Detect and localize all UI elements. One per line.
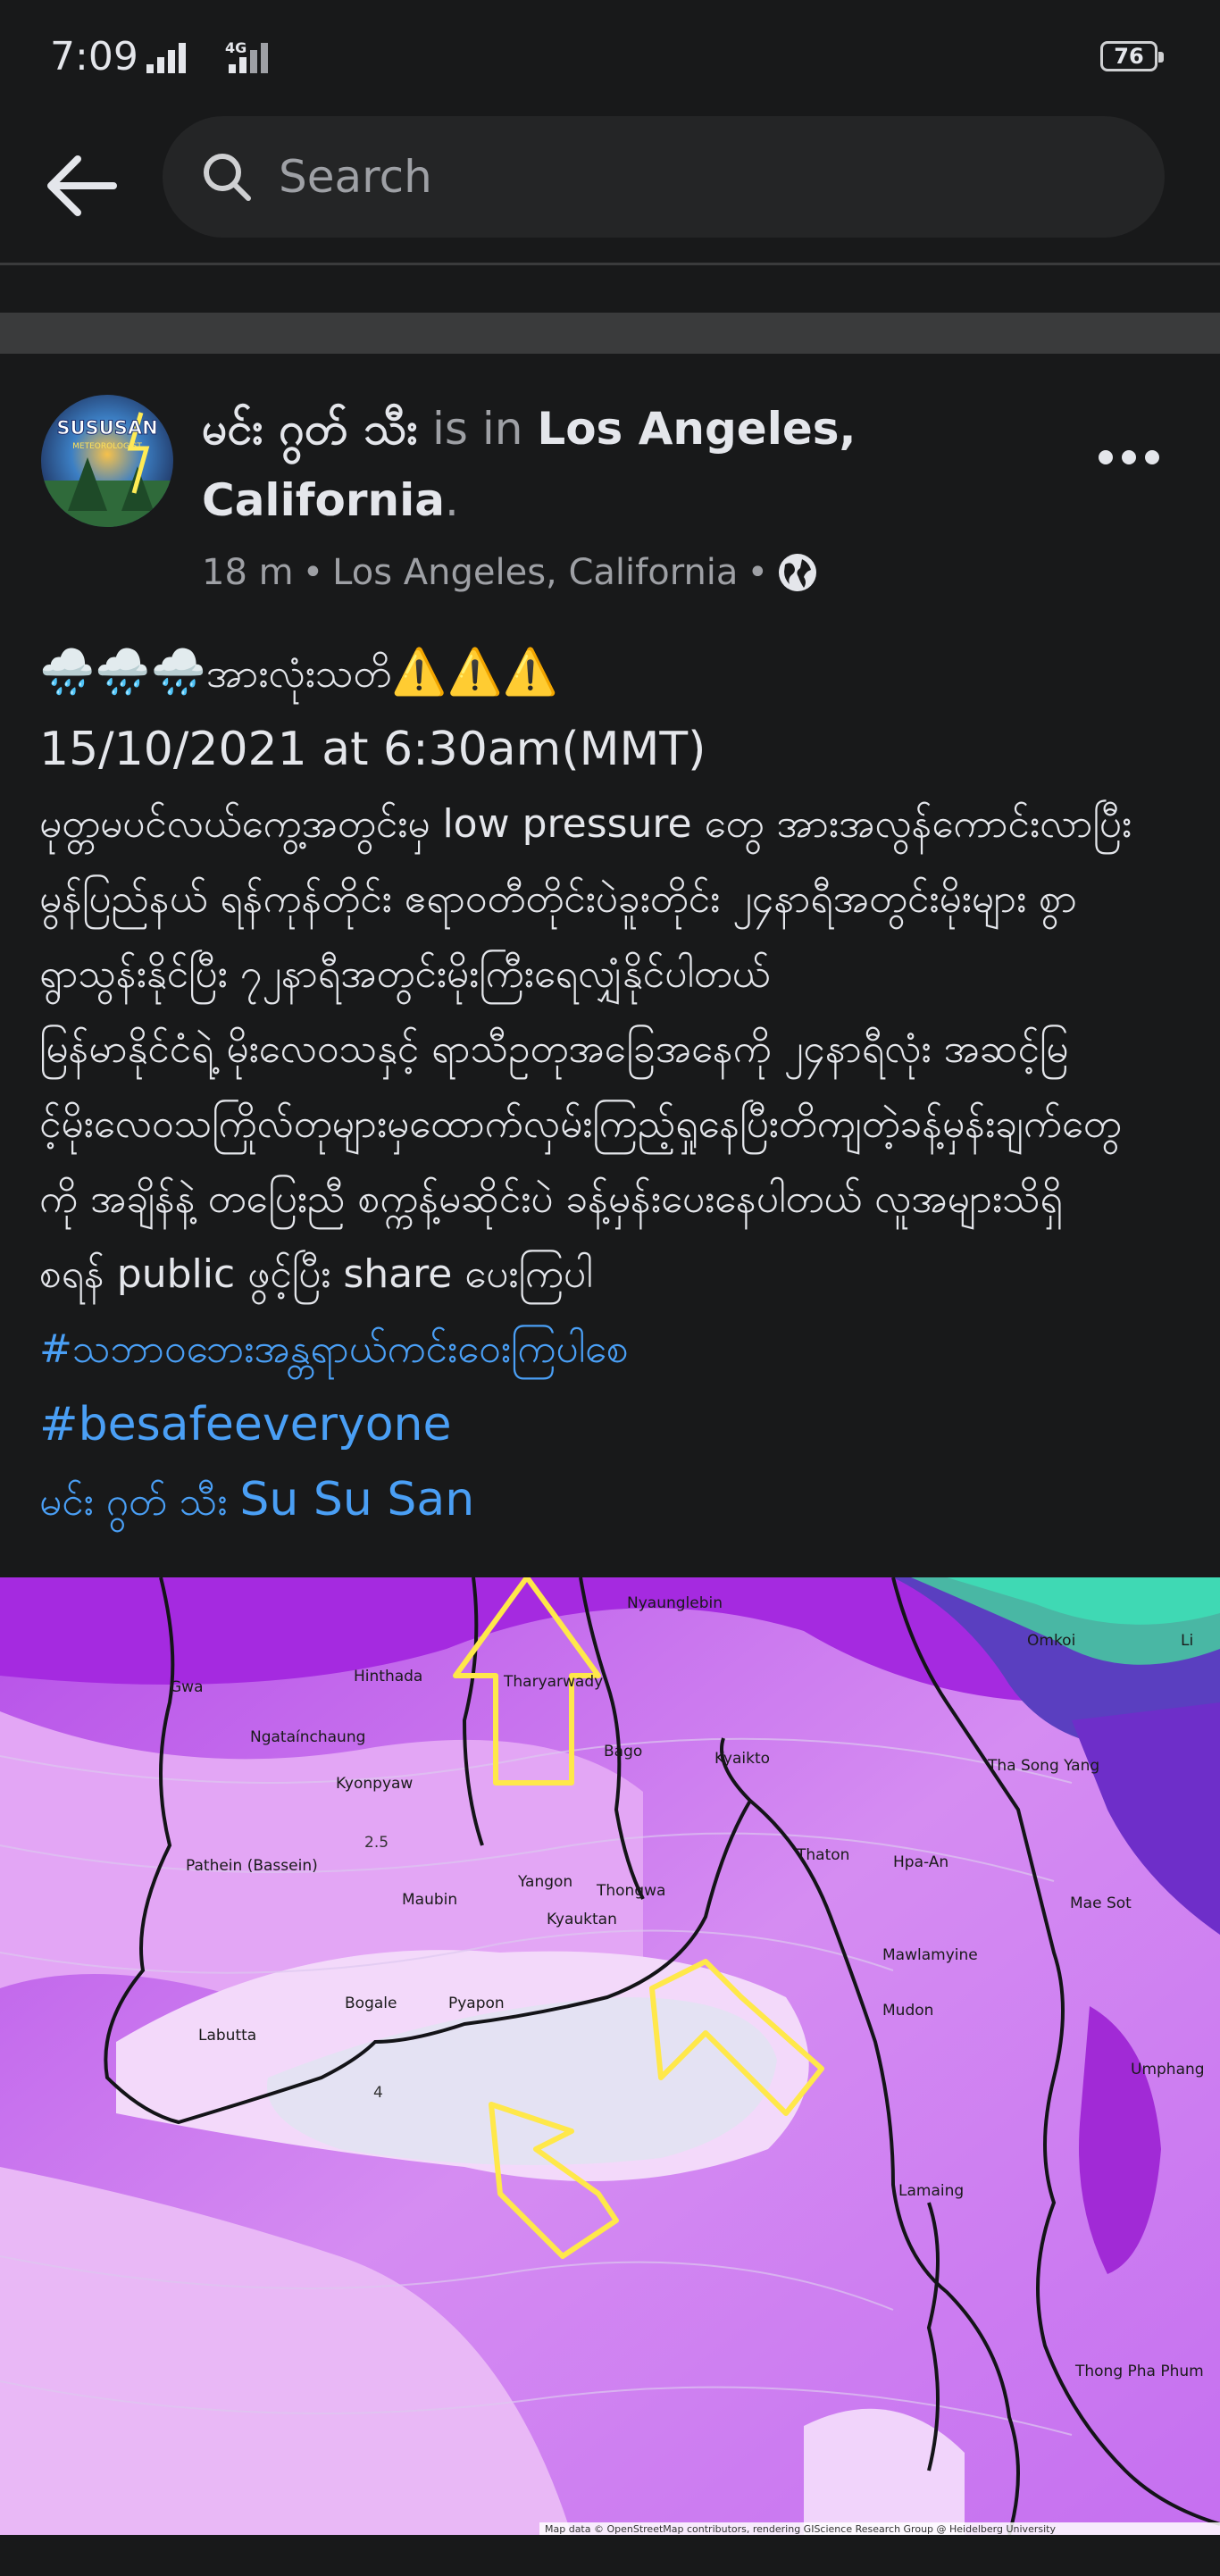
place-label: Li <box>1181 1632 1193 1650</box>
place-label: Thongwa <box>596 1882 665 1900</box>
search-icon <box>204 154 251 201</box>
place-label: Nyaunglebin <box>627 1594 723 1612</box>
post-time[interactable]: 18 m <box>202 552 294 593</box>
checkin-location[interactable]: Los Angeles, <box>537 403 856 455</box>
bottom-spacer <box>0 2535 1220 2576</box>
hashtag-link[interactable]: #besafeeveryone <box>39 1387 1191 1462</box>
body-line: စရန် public ဖွင့်ပြီး share ပေးကြပါ <box>39 1251 593 1297</box>
place-label: Pathein (Bassein) <box>186 1857 318 1875</box>
place-label: Labutta <box>198 2027 256 2045</box>
place-label: Omkoi <box>1027 1632 1075 1650</box>
avatar-subtext: METEOROLOGIST <box>72 442 142 451</box>
back-button[interactable] <box>36 141 125 230</box>
body-line: မွန်ပြည်နယ် ရန်ကုန်တိုင်း ဧရာဝတီတိုင်းပဲ… <box>39 876 1077 922</box>
battery-indicator: 76 <box>1100 41 1164 71</box>
avatar[interactable]: SUSUSAN METEOROLOGIST <box>41 395 173 527</box>
checkin-text: is in <box>432 403 523 455</box>
post-image-map[interactable]: Nyaunglebin Hinthada Tharyarwady Omkoi L… <box>0 1575 1220 2536</box>
body-line: င့်မိုးလေဝသကြိုလ်တုများမှထောက်လှမ်းကြည့်… <box>39 1101 1122 1147</box>
place-label: Maubin <box>402 1891 457 1909</box>
author-name[interactable]: မင်း ဂွတ် သီး <box>202 403 418 455</box>
body-line: ရွာသွန်းနိုင်ပြီး ၇၂နာရီအတွင်းမိုးကြီးရေ… <box>39 951 771 997</box>
more-horizontal-icon <box>1099 450 1159 464</box>
more-options-button[interactable] <box>1090 411 1175 464</box>
place-label: Bogale <box>345 1995 397 2012</box>
meta-bullet: • <box>747 552 769 593</box>
headline: 🌧️🌧️🌧️အားလုံးသတိ⚠️⚠️⚠️ <box>39 634 1191 712</box>
place-label: Kyonpyaw <box>336 1775 413 1793</box>
headline-text: အားလုံးသတိ <box>205 651 392 697</box>
contour-label: 2.5 <box>364 1834 389 1852</box>
globe-icon <box>779 554 817 591</box>
place-label: Kyauktan <box>547 1911 617 1928</box>
post-meta: 18 m • Los Angeles, California • <box>202 552 818 593</box>
place-label: Gwa <box>170 1678 204 1696</box>
search-input[interactable] <box>277 150 1084 204</box>
place-label: Mawlamyine <box>882 1946 978 1964</box>
place-label: Mae Sot <box>1070 1894 1132 1912</box>
avatar-text: SUSUSAN <box>56 417 157 439</box>
tagged-users: မင်း ဂွတ် သီး Su Su San <box>39 1462 1191 1540</box>
meta-bullet: • <box>302 552 324 593</box>
place-label: Lamaing <box>898 2182 964 2200</box>
date-line: 15/10/2021 at 6:30am(MMT) <box>39 723 706 776</box>
place-label: Bago <box>604 1743 642 1761</box>
place-label: Hpa-An <box>893 1853 948 1871</box>
place-label: Tha Song Yang <box>987 1757 1099 1775</box>
place-label: Thaton <box>796 1846 849 1864</box>
post-header: SUSUSAN METEOROLOGIST မင်း ဂွတ် သီး is i… <box>0 375 1220 607</box>
meta-location[interactable]: Los Angeles, California <box>332 552 738 593</box>
period: . <box>444 474 459 526</box>
status-bar: 7:09 4G 76 <box>0 0 1220 116</box>
network-type: 4G <box>225 39 247 56</box>
tagged-user-link[interactable]: မင်း ဂွတ် သီး <box>39 1479 227 1525</box>
place-label: Thong Pha Phum <box>1074 2363 1204 2380</box>
body-line: ကို အချိန်နဲ့ တပြေးညီ စက္ကန့်မဆိုင်းပဲ ခ… <box>39 1176 1063 1222</box>
checkin-location-2[interactable]: California <box>202 474 445 526</box>
rain-cloud-icon: 🌧️🌧️🌧️ <box>39 646 206 698</box>
status-time: 7:09 <box>50 34 138 79</box>
tagged-user-link[interactable]: Su Su San <box>239 1473 474 1526</box>
body-line: မြန်မာနိုင်ငံရဲ့ မိုးလေဝသနှင့် ရာသီဥတုအခ… <box>39 1026 1069 1072</box>
author-line: မင်း ဂွတ် သီး is in Los Angeles, Califor… <box>202 393 1095 536</box>
arrow-left-icon <box>47 155 117 216</box>
contour-label: 4 <box>373 2084 383 2102</box>
signal-icon <box>146 43 268 73</box>
warning-icon: ⚠️⚠️⚠️ <box>391 646 559 698</box>
place-label: Pyapon <box>448 1995 505 2012</box>
place-label: Umphang <box>1131 2061 1205 2078</box>
search-bar[interactable] <box>163 116 1165 238</box>
previous-post-fragment <box>0 265 1220 310</box>
place-label: Hinthada <box>354 1668 422 1685</box>
avatar-image: SUSUSAN METEOROLOGIST <box>41 395 173 527</box>
top-navigation <box>0 116 1220 263</box>
place-label: Kyaikto <box>714 1750 770 1768</box>
post-separator <box>0 313 1220 354</box>
place-label: Yangon <box>517 1873 572 1891</box>
map-attribution: Map data © OpenStreetMap contributors, r… <box>545 2523 1056 2535</box>
post-body: 🌧️🌧️🌧️အားလုံးသတိ⚠️⚠️⚠️ 15/10/2021 at 6:3… <box>39 634 1191 1540</box>
place-label: Ngataínchaung <box>250 1728 365 1746</box>
body-line: မုတ္တမပင်လယ်ကွေ့အတွင်းမှ low pressure တွ… <box>39 801 1132 847</box>
weather-map: Nyaunglebin Hinthada Tharyarwady Omkoi L… <box>0 1575 1220 2536</box>
place-label: Tharyarwady <box>503 1673 603 1691</box>
place-label: Mudon <box>882 2002 933 2020</box>
hashtag-link[interactable]: #သဘာဝဘေးအန္တရာယ်ကင်းဝေးကြပါစေ <box>39 1312 1191 1387</box>
